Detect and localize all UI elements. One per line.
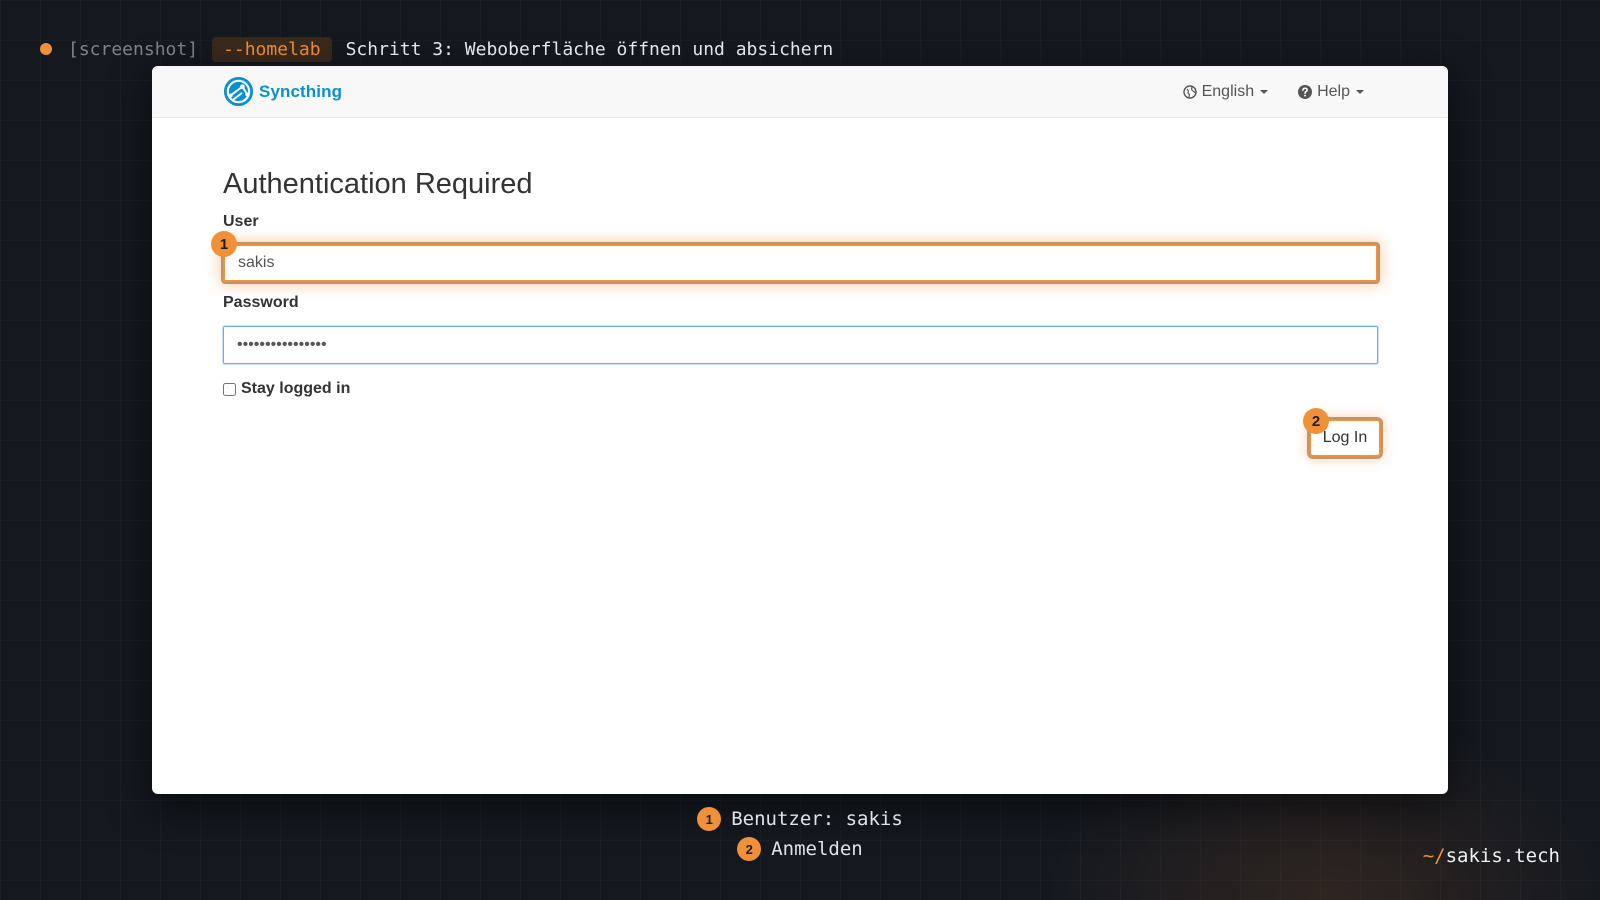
legend-item: 2 Anmelden: [737, 834, 863, 864]
record-dot-icon: [40, 43, 52, 55]
legend-item: 1 Benutzer: sakis: [697, 804, 903, 834]
language-label: English: [1201, 83, 1255, 100]
legend-text: Benutzer: sakis: [731, 808, 903, 830]
syncthing-window: Syncthing English Help Authentication Re…: [152, 66, 1448, 794]
footer-name: sakis.tech: [1445, 845, 1560, 867]
nav-right: English Help: [1182, 66, 1364, 118]
legend-number: 1: [697, 807, 722, 831]
brand-name: Syncthing: [259, 81, 343, 101]
page-title: Authentication Required: [223, 168, 533, 200]
caption-title: Schritt 3: Weboberfläche öffnen und absi…: [345, 38, 834, 60]
globe-icon: [1182, 85, 1197, 99]
legend-number: 2: [737, 837, 762, 861]
step-legend: 1 Benutzer: sakis 2 Anmelden: [0, 804, 1600, 864]
step-badge-1: 1: [211, 231, 237, 257]
stay-logged-in[interactable]: Stay logged in: [223, 380, 350, 398]
stay-logged-in-label: Stay logged in: [241, 380, 351, 397]
question-circle-icon: [1298, 85, 1313, 99]
brand[interactable]: Syncthing: [222, 75, 342, 108]
navbar: Syncthing English Help: [152, 66, 1448, 118]
password-input[interactable]: [223, 326, 1378, 364]
caption-tag: [screenshot]: [68, 38, 199, 60]
stay-logged-in-checkbox[interactable]: [223, 382, 236, 396]
step-badge-2: 2: [1303, 408, 1329, 434]
chevron-down-icon: [1356, 90, 1364, 94]
user-input[interactable]: [223, 244, 1378, 282]
help-menu[interactable]: Help: [1298, 83, 1364, 101]
footer-brand: ~/sakis.tech: [1423, 845, 1560, 867]
legend-text: Anmelden: [771, 838, 863, 860]
syncthing-logo-icon: [223, 76, 254, 107]
language-menu[interactable]: English: [1182, 83, 1269, 101]
caption-flag: --homelab: [212, 36, 332, 62]
caption-bar: [screenshot] --homelab Schritt 3: Webobe…: [40, 36, 833, 62]
chevron-down-icon: [1260, 90, 1269, 94]
footer-prefix: ~/: [1422, 845, 1446, 867]
help-label: Help: [1317, 83, 1350, 100]
password-label: Password: [223, 294, 299, 311]
user-label: User: [223, 213, 259, 230]
